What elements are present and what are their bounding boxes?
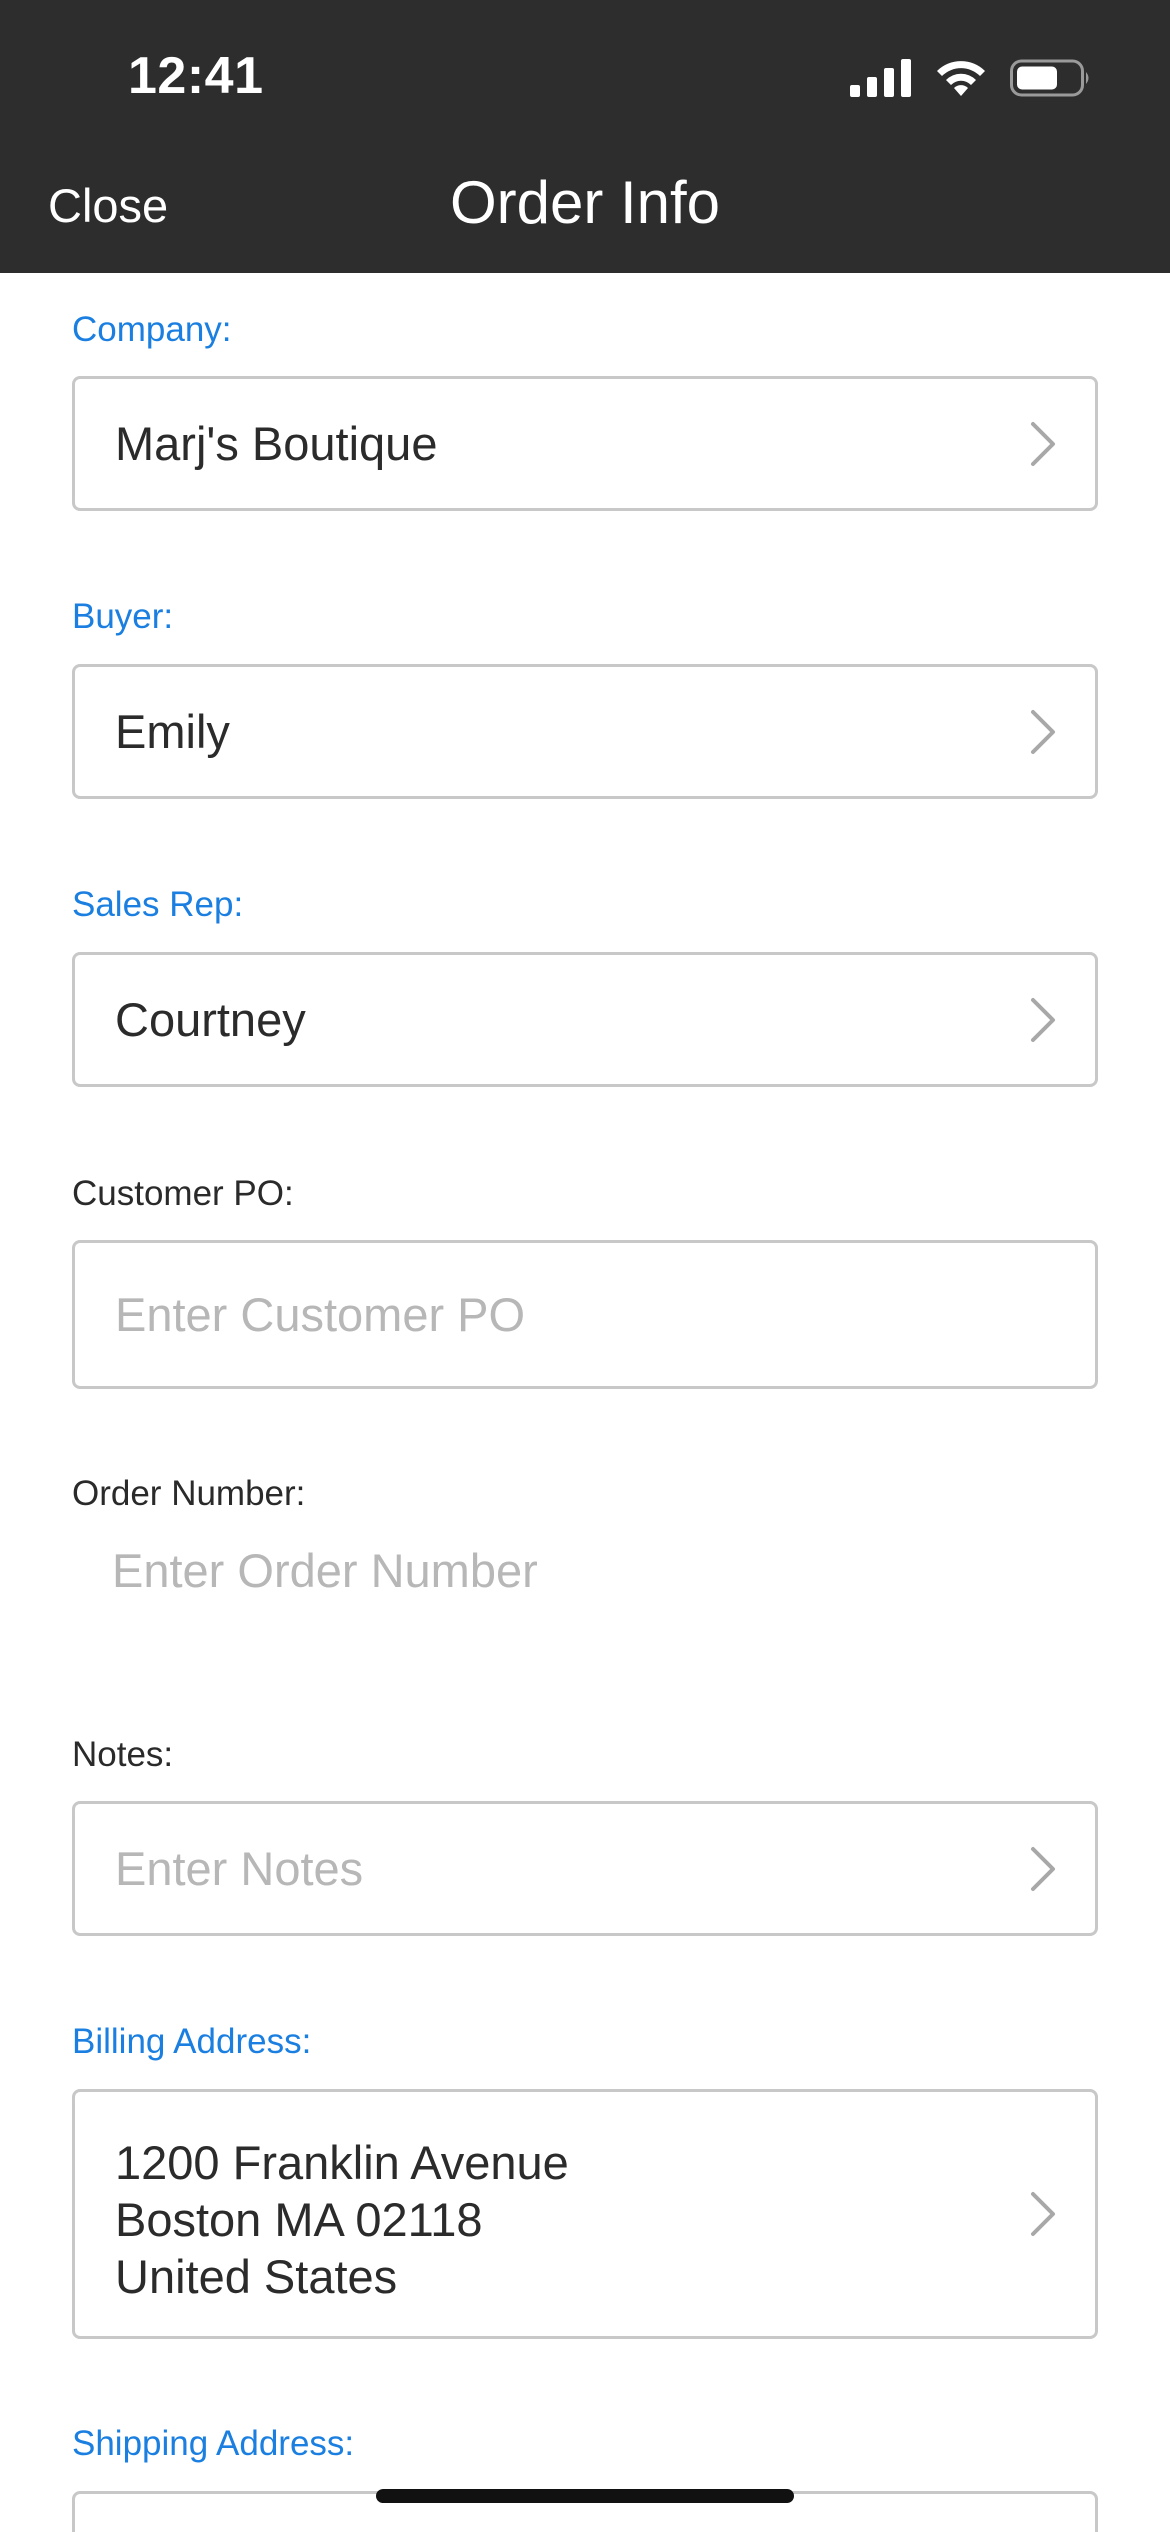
notes-label: Notes:	[72, 1735, 174, 1774]
buyer-field[interactable]: Emily	[72, 664, 1098, 799]
buyer-value: Emily	[115, 705, 230, 758]
status-icons	[850, 56, 1092, 100]
order-info-screen: 12:41 Close Order Info Company: Marj's B…	[0, 0, 1170, 2532]
order-number-field[interactable]	[112, 1543, 1052, 1598]
cellular-signal-icon	[850, 59, 911, 97]
notes-placeholder: Enter Notes	[115, 1842, 364, 1895]
top-bar: 12:41 Close Order Info	[0, 0, 1170, 273]
chevron-right-icon	[1031, 997, 1055, 1042]
status-time: 12:41	[128, 47, 264, 105]
chevron-right-icon	[1031, 1846, 1055, 1891]
billing-address-line: 1200 Franklin Avenue	[115, 2136, 569, 2189]
buyer-label: Buyer:	[72, 597, 174, 636]
order-number-label: Order Number:	[72, 1474, 306, 1513]
company-value: Marj's Boutique	[115, 417, 438, 470]
chevron-right-icon	[1031, 709, 1055, 754]
billing-address-label: Billing Address:	[72, 2022, 312, 2061]
wifi-icon	[937, 61, 985, 96]
shipping-address-label: Shipping Address:	[72, 2424, 355, 2463]
customer-po-input[interactable]	[115, 1287, 1055, 1342]
billing-address-field[interactable]: 1200 Franklin Avenue Boston MA 02118 Uni…	[72, 2089, 1098, 2339]
company-field[interactable]: Marj's Boutique	[72, 376, 1098, 511]
sales-rep-value: Courtney	[115, 993, 306, 1046]
chevron-right-icon	[1031, 2192, 1055, 2236]
customer-po-label: Customer PO:	[72, 1174, 294, 1213]
page-title: Order Info	[449, 169, 721, 236]
chevron-right-icon	[1031, 421, 1055, 466]
notes-field[interactable]: Enter Notes	[72, 1801, 1098, 1936]
billing-address-line: United States	[115, 2250, 398, 2303]
sales-rep-label: Sales Rep:	[72, 885, 244, 924]
sales-rep-field[interactable]: Courtney	[72, 952, 1098, 1087]
order-number-input[interactable]	[112, 1543, 1052, 1598]
company-label: Company:	[72, 310, 232, 349]
home-indicator	[376, 2489, 794, 2503]
battery-icon	[1010, 59, 1089, 97]
customer-po-field[interactable]	[72, 1240, 1098, 1389]
billing-address-line: Boston MA 02118	[115, 2193, 483, 2246]
